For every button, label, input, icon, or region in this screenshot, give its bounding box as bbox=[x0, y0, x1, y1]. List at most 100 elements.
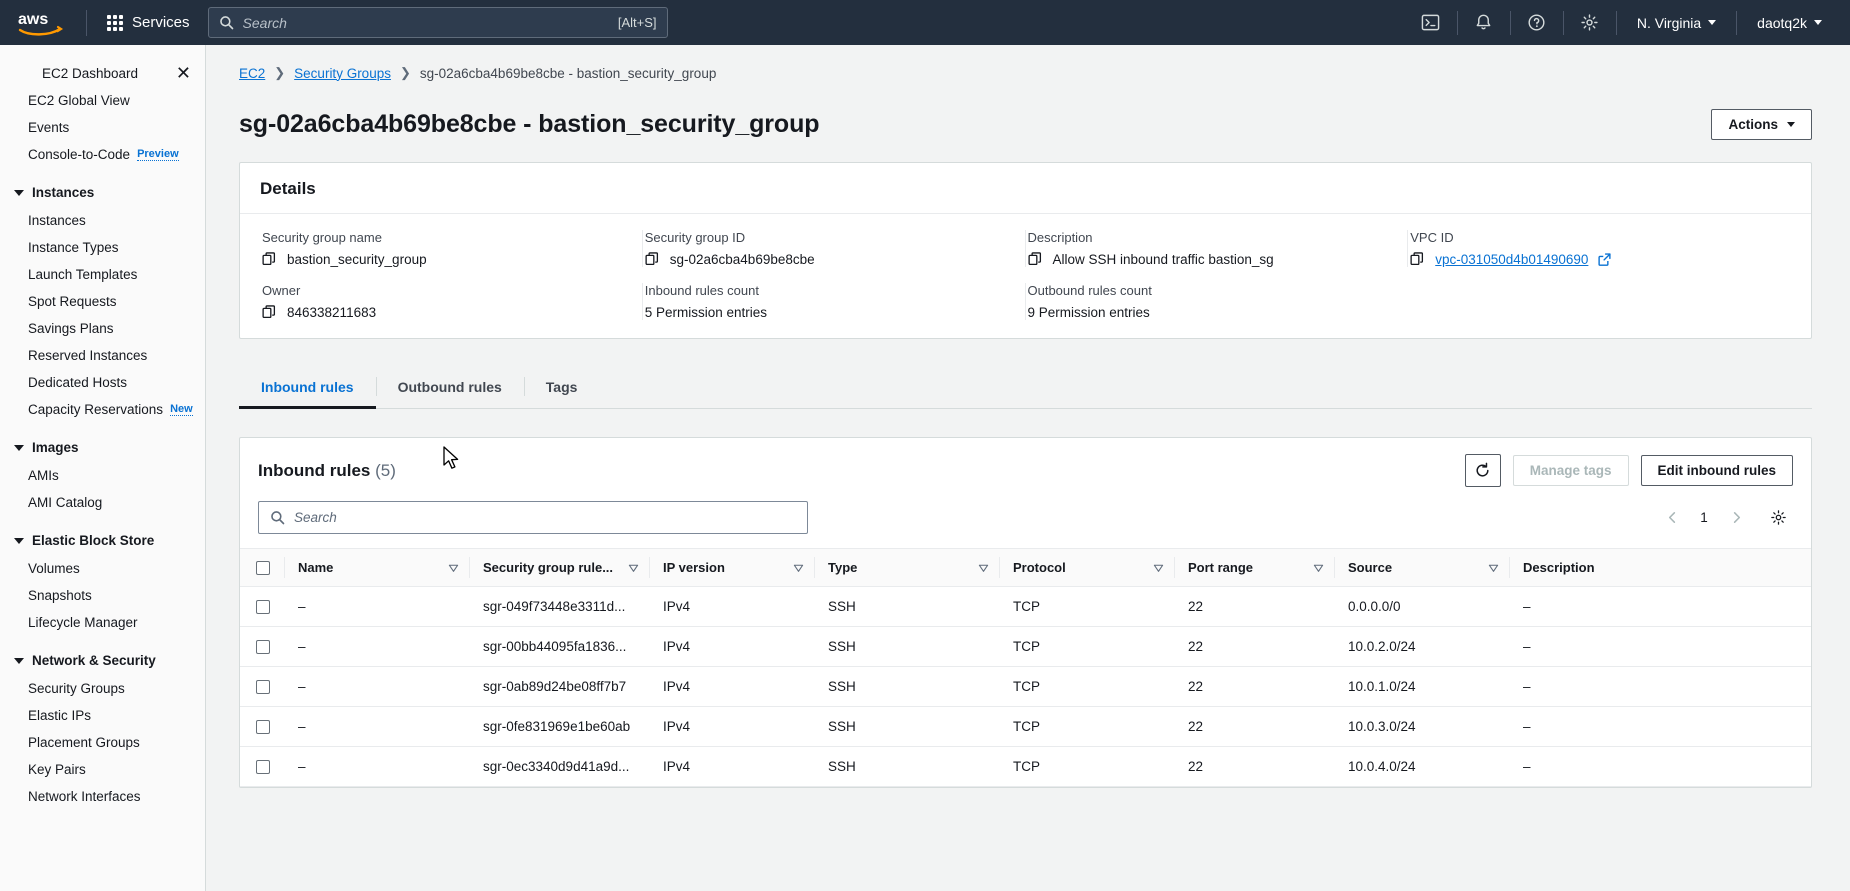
column-header-type[interactable]: Type bbox=[814, 548, 999, 587]
sidebar-item-label: Placement Groups bbox=[28, 735, 140, 750]
sidebar-item-elastic-ips[interactable]: Elastic IPs bbox=[0, 702, 205, 729]
column-header-description[interactable]: Description bbox=[1509, 548, 1811, 587]
sidebar-item-label: Instance Types bbox=[28, 240, 119, 255]
table-row[interactable]: – sgr-00bb44095fa1836... IPv4 SSH TCP 22 10.0.… bbox=[240, 626, 1811, 667]
region-selector[interactable]: N. Virginia bbox=[1623, 0, 1730, 45]
sidebar-item-reserved-instances[interactable]: Reserved Instances bbox=[0, 342, 205, 369]
sidebar-item-instances[interactable]: Instances bbox=[0, 207, 205, 234]
sidebar-item-capacity-reservations[interactable]: Capacity Reservations New bbox=[0, 396, 205, 423]
table-row[interactable]: – sgr-0fe831969e1be60ab IPv4 SSH TCP 22 10.0.3… bbox=[240, 706, 1811, 747]
tab-outbound-rules[interactable]: Outbound rules bbox=[375, 367, 524, 409]
sidebar-item-label: Key Pairs bbox=[28, 762, 86, 777]
edit-inbound-rules-button[interactable]: Edit inbound rules bbox=[1640, 455, 1793, 486]
sidebar-item-security-groups[interactable]: Security Groups bbox=[0, 675, 205, 702]
row-checkbox[interactable] bbox=[256, 639, 270, 654]
sort-icon[interactable] bbox=[1153, 562, 1164, 573]
sidebar-item-savings-plans[interactable]: Savings Plans bbox=[0, 315, 205, 342]
sidebar-group-images[interactable]: Images bbox=[0, 433, 205, 462]
nav-divider bbox=[1736, 10, 1738, 35]
detail-value-link[interactable]: vpc-031050d4b01490690 bbox=[1435, 252, 1588, 267]
help-question-icon[interactable] bbox=[1517, 0, 1557, 45]
table-row[interactable]: – sgr-0ec3340d9d41a9d... IPv4 SSH TCP 22 10.0.… bbox=[240, 746, 1811, 787]
breadcrumb-ec2[interactable]: EC2 bbox=[239, 66, 265, 81]
aws-logo[interactable]: aws bbox=[14, 6, 66, 40]
sidebar-item-instance-types[interactable]: Instance Types bbox=[0, 234, 205, 261]
sort-icon[interactable] bbox=[978, 562, 989, 573]
sidebar-item-snapshots[interactable]: Snapshots bbox=[0, 582, 205, 609]
breadcrumb-current: sg-02a6cba4b69be8cbe - bastion_security_… bbox=[419, 65, 717, 81]
sidebar-item-network-interfaces[interactable]: Network Interfaces bbox=[0, 783, 205, 810]
select-all-checkbox[interactable] bbox=[256, 560, 270, 575]
sidebar-group-label: Network & Security bbox=[32, 653, 156, 668]
chevron-down-icon bbox=[1814, 20, 1822, 25]
manage-tags-button[interactable]: Manage tags bbox=[1512, 455, 1629, 486]
sidebar-item-dedicated-hosts[interactable]: Dedicated Hosts bbox=[0, 369, 205, 396]
external-link-icon[interactable] bbox=[1598, 253, 1611, 266]
column-header-label: Name bbox=[298, 560, 334, 575]
sidebar-item-ec2-dashboard[interactable]: EC2 Dashboard bbox=[28, 60, 152, 87]
copy-icon[interactable] bbox=[262, 305, 277, 320]
column-header-protocol[interactable]: Protocol bbox=[999, 548, 1174, 587]
sidebar-group-label: Instances bbox=[32, 185, 95, 200]
next-page-button[interactable] bbox=[1723, 505, 1749, 531]
sort-icon[interactable] bbox=[628, 562, 639, 573]
column-header-name[interactable]: Name bbox=[284, 548, 469, 587]
sidebar-item-lifecycle-manager[interactable]: Lifecycle Manager bbox=[0, 609, 205, 636]
rules-search-input[interactable] bbox=[294, 510, 796, 525]
tab-inbound-rules[interactable]: Inbound rules bbox=[239, 367, 376, 409]
row-checkbox[interactable] bbox=[256, 679, 270, 694]
row-checkbox[interactable] bbox=[256, 719, 270, 734]
notifications-bell-icon[interactable] bbox=[1464, 0, 1504, 45]
page-title-row: sg-02a6cba4b69be8cbe - bastion_security_… bbox=[239, 109, 1812, 140]
column-header-port-range[interactable]: Port range bbox=[1174, 548, 1334, 587]
sort-icon[interactable] bbox=[1488, 562, 1499, 573]
sidebar-item-ec2-global-view[interactable]: EC2 Global View bbox=[0, 87, 205, 114]
sidebar-item-key-pairs[interactable]: Key Pairs bbox=[0, 756, 205, 783]
previous-page-button[interactable] bbox=[1659, 505, 1685, 531]
nav-divider bbox=[1509, 10, 1511, 35]
sidebar-item-launch-templates[interactable]: Launch Templates bbox=[0, 261, 205, 288]
sort-icon[interactable] bbox=[1313, 562, 1324, 573]
sidebar-item-placement-groups[interactable]: Placement Groups bbox=[0, 729, 205, 756]
sidebar-item-events[interactable]: Events bbox=[0, 114, 205, 141]
actions-button[interactable]: Actions bbox=[1711, 109, 1812, 140]
sidebar-item-ami-catalog[interactable]: AMI Catalog bbox=[0, 489, 205, 516]
row-checkbox[interactable] bbox=[256, 759, 270, 774]
global-search-bar[interactable]: [Alt+S] bbox=[207, 7, 668, 38]
row-checkbox[interactable] bbox=[256, 599, 270, 614]
sidebar-group-elastic-block-store[interactable]: Elastic Block Store bbox=[0, 526, 205, 555]
table-row[interactable]: – sgr-0ab89d24be08ff7b7 IPv4 SSH TCP 22 10.0.1… bbox=[240, 666, 1811, 707]
sort-icon[interactable] bbox=[448, 562, 459, 573]
sidebar-item-volumes[interactable]: Volumes bbox=[0, 555, 205, 582]
copy-icon[interactable] bbox=[1027, 252, 1043, 267]
global-search-input[interactable] bbox=[242, 14, 609, 31]
chevron-right-icon: ❯ bbox=[399, 65, 411, 80]
column-header-ip-version[interactable]: IP version bbox=[649, 548, 814, 587]
sidebar-item-console-to-code[interactable]: Console-to-Code Preview bbox=[0, 141, 205, 168]
sidebar-group-network-security[interactable]: Network & Security bbox=[0, 646, 205, 675]
sidebar-item-spot-requests[interactable]: Spot Requests bbox=[0, 288, 205, 315]
settings-gear-icon[interactable] bbox=[1570, 0, 1610, 45]
cell-protocol: TCP bbox=[999, 626, 1174, 667]
column-header-source[interactable]: Source bbox=[1334, 548, 1509, 587]
copy-icon[interactable] bbox=[262, 252, 277, 267]
sort-icon[interactable] bbox=[793, 562, 804, 573]
page-number-1[interactable]: 1 bbox=[1691, 505, 1717, 531]
refresh-icon[interactable] bbox=[1464, 454, 1501, 487]
sidebar-group-label: Images bbox=[32, 440, 79, 455]
rules-search-box[interactable] bbox=[258, 501, 808, 534]
breadcrumb-security-groups[interactable]: Security Groups bbox=[294, 66, 391, 81]
table-row[interactable]: – sgr-049f73448e3311d... IPv4 SSH TCP 22 0.0.0… bbox=[240, 586, 1811, 627]
tab-tags[interactable]: Tags bbox=[523, 367, 600, 409]
cell-name: – bbox=[284, 626, 469, 667]
column-header-security-group-rule-[interactable]: Security group rule... bbox=[469, 548, 649, 587]
sidebar-item-amis[interactable]: AMIs bbox=[0, 462, 205, 489]
account-menu[interactable]: daotq2k bbox=[1743, 0, 1836, 45]
sidebar-group-instances[interactable]: Instances bbox=[0, 178, 205, 207]
table-settings-gear-icon[interactable] bbox=[1763, 504, 1793, 532]
cloudshell-icon[interactable] bbox=[1411, 0, 1451, 45]
copy-icon[interactable] bbox=[645, 252, 660, 267]
services-menu-button[interactable]: Services bbox=[97, 8, 200, 37]
copy-icon[interactable] bbox=[1410, 252, 1425, 267]
close-icon[interactable]: ✕ bbox=[176, 64, 191, 82]
